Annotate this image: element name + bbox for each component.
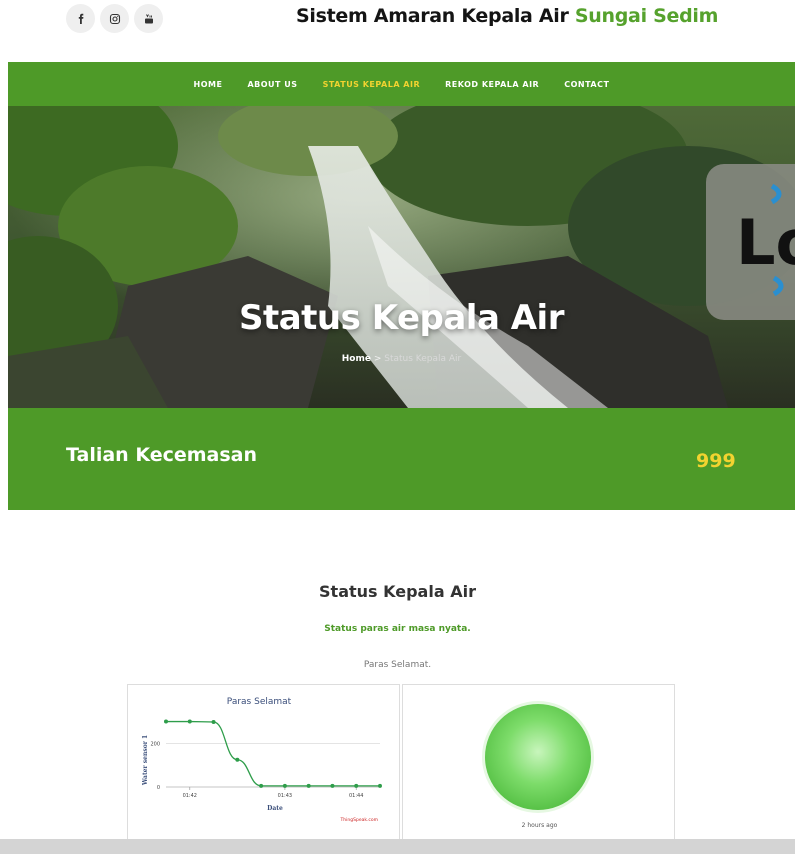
chart-point xyxy=(187,719,192,724)
emergency-banner: Talian Kecemasan 999 xyxy=(8,408,795,510)
chart-ylabel: Water sensor 1 xyxy=(142,735,149,786)
water-level-chart: Paras Selamat Water sensor 1 Date ThingS… xyxy=(142,697,382,823)
chart-x-tick: 01:43 xyxy=(278,793,292,799)
breadcrumb-separator: > xyxy=(373,354,382,364)
nav-contact[interactable]: CONTACT xyxy=(564,80,609,89)
status-note: Paras Selamat. xyxy=(363,660,432,670)
facebook-icon[interactable] xyxy=(66,4,95,33)
nav-home[interactable]: HOME xyxy=(194,80,223,89)
breadcrumb-home[interactable]: Home xyxy=(342,354,371,364)
section-title: Status Kepala Air xyxy=(319,582,476,601)
chart-y-tick: 200 xyxy=(150,741,160,747)
chart-point xyxy=(211,719,216,724)
chart-point xyxy=(259,783,264,788)
chart-point xyxy=(306,783,311,788)
chart-point xyxy=(282,783,287,788)
status-indicator-card: 2 hours ago xyxy=(402,684,675,844)
chart-series-line xyxy=(165,720,380,787)
emergency-number: 999 xyxy=(696,450,736,472)
top-bar: Sistem Amaran Kepala Air Sungai Sedim xyxy=(0,0,795,62)
nav-rekod-kepala-air[interactable]: REKOD KEPALA AIR xyxy=(445,80,539,89)
youtube-icon[interactable] xyxy=(134,4,163,33)
site-title-main: Sistem Amaran Kepala Air xyxy=(296,5,569,27)
svg-text:Lo: Lo xyxy=(736,206,795,279)
chart-point xyxy=(378,783,382,788)
water-level-chart-card: Paras Selamat Water sensor 1 Date ThingS… xyxy=(127,684,400,844)
chart-x-tick: 01:42 xyxy=(183,793,197,799)
nav-status-kepala-air[interactable]: STATUS KEPALA AIR xyxy=(323,80,421,89)
chart-xlabel: Date xyxy=(267,805,283,812)
main-nav: HOME ABOUT US STATUS KEPALA AIR REKOD KE… xyxy=(8,62,795,106)
site-title-highlight: Sungai Sedim xyxy=(574,5,719,27)
instagram-icon[interactable] xyxy=(100,4,129,33)
status-lamp xyxy=(482,701,594,813)
chart-point xyxy=(330,783,335,788)
bottom-strip xyxy=(0,839,795,854)
chart-point xyxy=(164,719,168,724)
chart-credit: ThingSpeak.com xyxy=(340,817,378,823)
chart-y-tick: 0 xyxy=(157,785,160,791)
breadcrumb: Home > Status Kepala Air xyxy=(8,354,795,364)
emergency-label: Talian Kecemasan xyxy=(66,444,258,466)
section-subtitle: Status paras air masa nyata. xyxy=(324,624,471,634)
lamp-timestamp: 2 hours ago xyxy=(521,822,558,829)
chart-title: Paras Selamat xyxy=(227,697,292,707)
hero-title: Status Kepala Air xyxy=(239,298,564,338)
status-lamp-light xyxy=(485,704,591,810)
hero-banner: Lo Status Kepala Air Home > Status Kepal… xyxy=(8,106,795,408)
nav-about-us[interactable]: ABOUT US xyxy=(247,80,297,89)
chart-point xyxy=(354,783,359,788)
breadcrumb-current: Status Kepala Air xyxy=(384,354,462,364)
chart-point xyxy=(235,757,240,762)
chart-x-tick: 01:44 xyxy=(349,793,363,799)
site-title: Sistem Amaran Kepala Air Sungai Sedim xyxy=(296,5,718,27)
